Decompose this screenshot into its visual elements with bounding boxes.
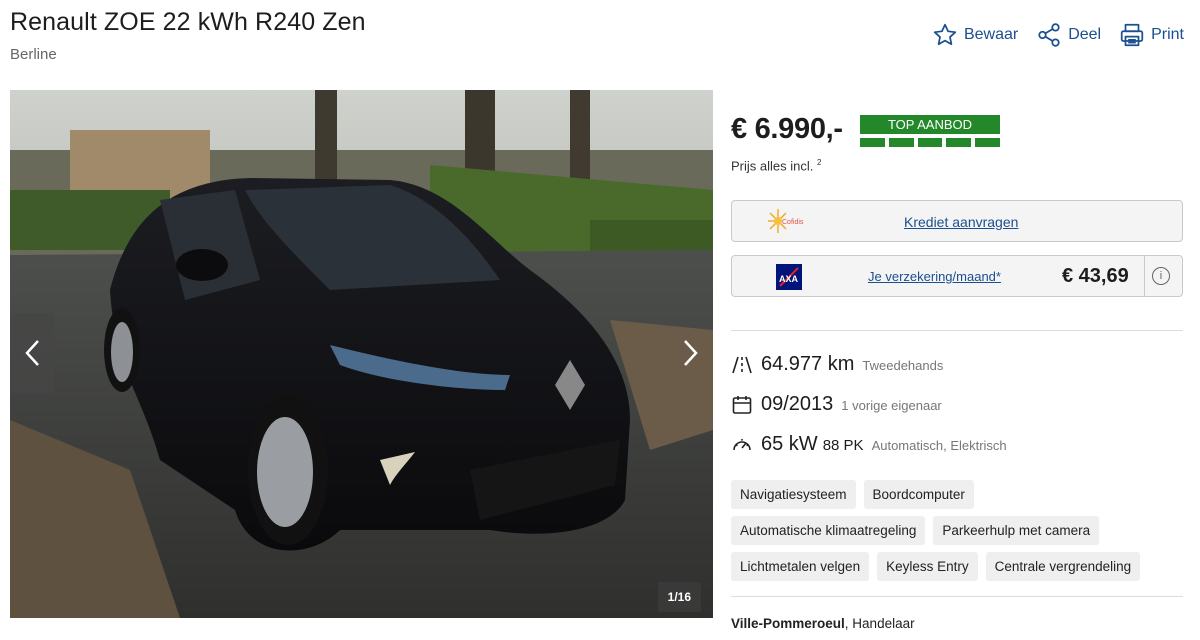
- car-photo: [10, 90, 713, 618]
- credit-box: Cofidis Krediet aanvragen: [731, 200, 1183, 242]
- rating-bar: [860, 138, 885, 147]
- axa-logo: AXA: [776, 264, 802, 290]
- rating-bar: [888, 138, 914, 147]
- share-button[interactable]: Deel: [1036, 22, 1101, 48]
- photo-counter: 1/16: [657, 582, 701, 612]
- feature-chip: Keyless Entry: [877, 552, 978, 581]
- share-icon: [1038, 23, 1060, 47]
- spec-power: 65 kW 88 PK Automatisch, Elektrisch: [731, 433, 1007, 456]
- rating-bar: [917, 138, 943, 147]
- mileage-value: 64.977 km: [761, 353, 855, 375]
- price-note-footnote: 2: [816, 158, 822, 167]
- feature-chip: Parkeerhulp met camera: [933, 516, 1100, 545]
- feature-chip: Centrale vergrendeling: [985, 552, 1141, 581]
- svg-text:AXA: AXA: [779, 274, 799, 284]
- print-button[interactable]: Print: [1119, 22, 1184, 48]
- chip-row: Lichtmetalen velgen Keyless Entry Centra…: [731, 552, 1191, 581]
- gallery-prev-button[interactable]: [10, 313, 54, 393]
- registration-date: 09/2013: [761, 393, 834, 415]
- road-icon: [732, 356, 752, 373]
- power-kw: 65 kW: [761, 433, 818, 455]
- previous-owners: 1 vorige eigenaar: [841, 398, 942, 413]
- action-bar: Bewaar Deel Print: [932, 22, 1184, 48]
- chevron-left-icon: [25, 340, 39, 366]
- svg-text:Cofidis: Cofidis: [782, 219, 804, 226]
- divider: [731, 596, 1183, 597]
- seller-location: Ville-Pommeroeul, Handelaar: [731, 616, 915, 631]
- divider: [731, 330, 1183, 331]
- price: € 6.990,-: [731, 113, 843, 145]
- gallery-next-button[interactable]: [669, 313, 713, 393]
- share-label: Deel: [1068, 26, 1102, 43]
- insurance-box: AXA Je verzekering/maand* € 43,69 i: [731, 255, 1183, 297]
- spec-mileage: 64.977 km Tweedehands: [731, 353, 943, 376]
- deal-rating-bars: [860, 138, 1000, 147]
- info-icon[interactable]: i: [1152, 267, 1170, 285]
- photo-gallery[interactable]: 1/16: [10, 90, 713, 618]
- credit-request-link[interactable]: Krediet aanvragen: [904, 214, 1018, 230]
- insurance-price: € 43,69: [1062, 265, 1129, 287]
- feature-chip: Automatische klimaatregeling: [731, 516, 926, 545]
- page-title: Renault ZOE 22 kWh R240 Zen: [10, 8, 366, 36]
- mileage-sub: Tweedehands: [862, 358, 944, 373]
- seller-type: , Handelaar: [844, 616, 915, 631]
- deal-rating-label: TOP AANBOD: [860, 115, 1000, 134]
- deal-rating-badge: TOP AANBOD: [860, 115, 1000, 147]
- body-type: Berline: [10, 46, 57, 63]
- power-pk: 88 PK: [822, 437, 864, 454]
- chevron-right-icon: [684, 340, 698, 366]
- feature-chip: Boordcomputer: [863, 480, 974, 509]
- save-label: Bewaar: [963, 26, 1019, 43]
- print-label: Print: [1151, 26, 1184, 43]
- printer-icon: [1120, 23, 1144, 47]
- price-note: Prijs alles incl. 2: [731, 158, 821, 173]
- insurance-link[interactable]: Je verzekering/maand*: [868, 269, 1001, 284]
- speedometer-icon: [733, 438, 751, 450]
- rating-bar: [946, 138, 972, 147]
- seller-city: Ville-Pommeroeul: [731, 616, 845, 631]
- spec-date: 09/2013 1 vorige eigenaar: [731, 393, 942, 416]
- divider: [1144, 256, 1145, 296]
- calendar-icon: [732, 395, 752, 414]
- rating-bar: [975, 138, 1000, 147]
- star-icon: [933, 23, 957, 46]
- feature-chips: Navigatiesysteem Boordcomputer Automatis…: [731, 480, 1191, 588]
- cofidis-logo: Cofidis: [768, 209, 804, 233]
- save-button[interactable]: Bewaar: [932, 22, 1018, 48]
- feature-chip: Navigatiesysteem: [731, 480, 856, 509]
- feature-chip: Lichtmetalen velgen: [731, 552, 870, 581]
- chip-row: Navigatiesysteem Boordcomputer: [731, 480, 1191, 509]
- chip-row: Automatische klimaatregeling Parkeerhulp…: [731, 516, 1191, 545]
- transmission-fuel: Automatisch, Elektrisch: [871, 438, 1007, 453]
- price-note-text: Prijs alles incl.: [731, 158, 814, 174]
